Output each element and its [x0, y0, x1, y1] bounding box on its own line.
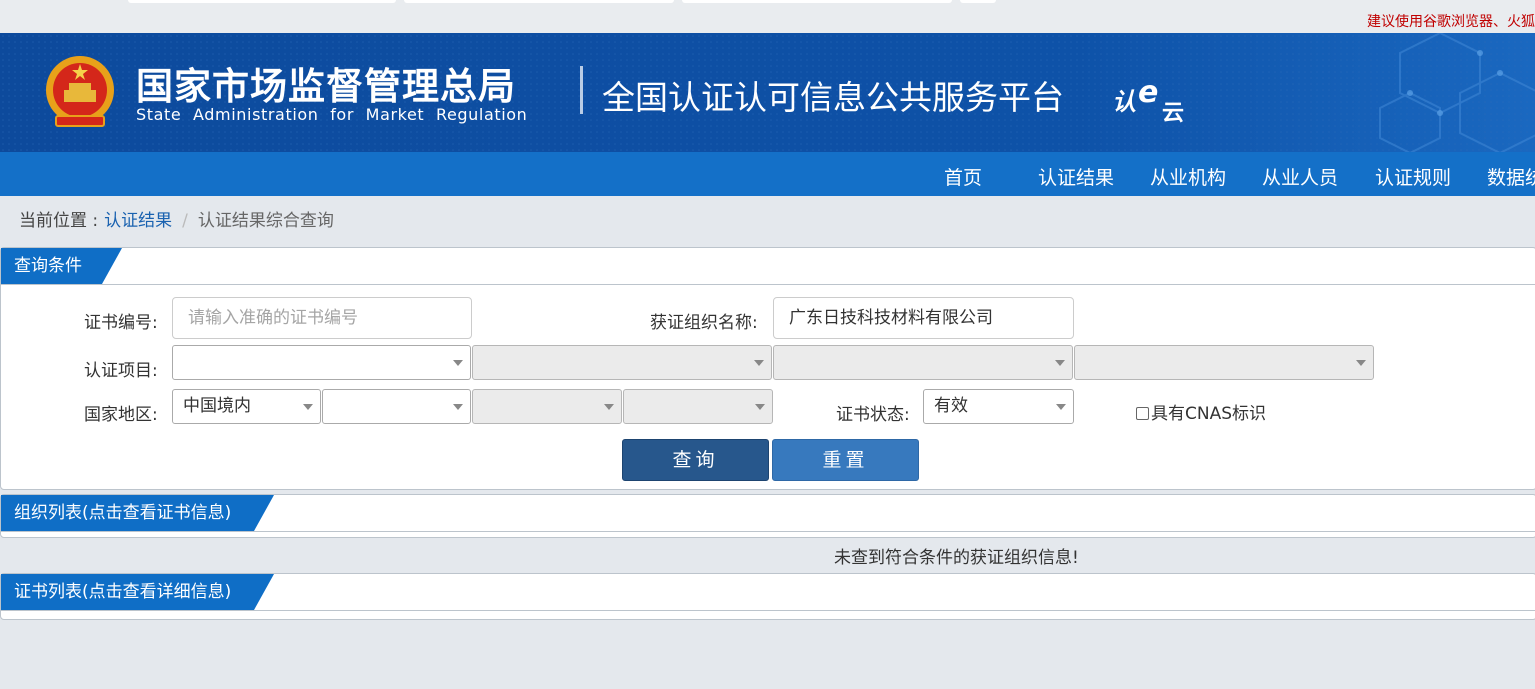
browser-tab[interactable] — [404, 0, 674, 3]
cert-list-panel-title: 证书列表(点击查看详细信息) — [1, 574, 274, 610]
chevron-down-icon — [604, 404, 614, 410]
cert-status-select-value: 有效 — [934, 396, 968, 416]
chevron-down-icon — [303, 404, 313, 410]
platform-title: 全国认证认可信息公共服务平台 — [602, 78, 1064, 117]
chevron-down-icon — [1055, 360, 1065, 366]
cert-project-select-4[interactable] — [1074, 345, 1374, 380]
cert-status-select[interactable]: 有效 — [923, 389, 1074, 424]
nav-item-personnel[interactable]: 从业人员 — [1262, 163, 1338, 190]
site-banner: 国家市场监督管理总局 State Administration for Mark… — [0, 33, 1535, 152]
org-list-panel-title: 组织列表(点击查看证书信息) — [1, 495, 274, 531]
region-select-value: 中国境内 — [183, 396, 251, 416]
browser-tab-strip — [0, 0, 1000, 4]
browser-tab[interactable] — [960, 0, 996, 3]
district-select[interactable] — [623, 389, 773, 424]
cert-project-label: 认证项目: — [84, 361, 158, 381]
org-name-label: 获证组织名称: — [650, 313, 758, 333]
reset-button[interactable]: 重置 — [772, 439, 919, 481]
org-list-panel-header: 组织列表(点击查看证书信息) — [1, 495, 1535, 532]
org-name-input[interactable]: 广东日技科技材料有限公司 — [773, 297, 1074, 339]
nav-item-institutions[interactable]: 从业机构 — [1150, 163, 1226, 190]
main-nav: 首页 认证结果 从业机构 从业人员 认证规则 数据统 — [0, 152, 1535, 196]
browser-recommend-notice: 建议使用谷歌浏览器、火狐 — [1367, 14, 1535, 30]
cloud-logo-icon: 认 e 云 — [1112, 80, 1184, 126]
chevron-down-icon — [1056, 404, 1066, 410]
svg-text:云: 云 — [1162, 101, 1184, 126]
org-list-empty-message: 未查到符合条件的获证组织信息! — [834, 548, 1079, 568]
region-select[interactable]: 中国境内 — [172, 389, 321, 424]
org-list-panel: 组织列表(点击查看证书信息) — [0, 494, 1535, 538]
nav-item-home[interactable]: 首页 — [944, 163, 982, 190]
cert-no-label: 证书编号: — [84, 313, 158, 333]
cert-status-label: 证书状态: — [836, 405, 910, 425]
logo-divider — [580, 66, 583, 114]
query-panel-header: 查询条件 — [1, 248, 1535, 285]
breadcrumb-link-cert-results[interactable]: 认证结果 — [104, 211, 172, 231]
nav-item-cert-rules[interactable]: 认证规则 — [1375, 163, 1451, 190]
breadcrumb: 当前位置 : 认证结果 / 认证结果综合查询 — [19, 206, 334, 231]
chevron-down-icon — [453, 404, 463, 410]
chevron-down-icon — [755, 404, 765, 410]
cert-project-select-3[interactable] — [773, 345, 1073, 380]
national-emblem-icon — [46, 56, 114, 127]
breadcrumb-current: 认证结果综合查询 — [197, 211, 334, 231]
browser-tab[interactable] — [128, 0, 396, 3]
nav-item-cert-results[interactable]: 认证结果 — [1038, 163, 1114, 190]
cnas-checkbox-wrapper[interactable]: 具有CNAS标识 — [1136, 399, 1266, 424]
browser-top-strip: 建议使用谷歌浏览器、火狐 — [0, 0, 1535, 33]
agency-name-cn: 国家市场监督管理总局 — [136, 65, 516, 108]
query-panel-title: 查询条件 — [1, 248, 122, 284]
chevron-down-icon — [754, 360, 764, 366]
svg-text:e: e — [1138, 80, 1158, 110]
cert-list-panel-header: 证书列表(点击查看详细信息) — [1, 574, 1535, 611]
cert-project-select-1[interactable] — [172, 345, 471, 380]
query-panel: 查询条件 证书编号: 请输入准确的证书编号 获证组织名称: 广东日技科技材料有限… — [0, 247, 1535, 490]
cert-list-panel: 证书列表(点击查看详细信息) — [0, 573, 1535, 620]
svg-text:认: 认 — [1112, 87, 1136, 116]
cert-no-input[interactable]: 请输入准确的证书编号 — [172, 297, 472, 339]
query-button[interactable]: 查询 — [622, 439, 769, 481]
browser-tab[interactable] — [682, 0, 952, 3]
province-select[interactable] — [322, 389, 471, 424]
agency-name-en: State Administration for Market Regulati… — [136, 105, 528, 124]
cert-project-select-2[interactable] — [472, 345, 772, 380]
region-label: 国家地区: — [84, 405, 158, 425]
cnas-checkbox[interactable] — [1136, 407, 1149, 420]
breadcrumb-prefix: 当前位置 : — [19, 211, 99, 231]
cnas-checkbox-label: 具有CNAS标识 — [1151, 404, 1267, 424]
breadcrumb-separator: / — [182, 211, 188, 231]
nav-item-data-stats[interactable]: 数据统 — [1487, 163, 1535, 190]
chevron-down-icon — [1356, 360, 1366, 366]
city-select[interactable] — [472, 389, 622, 424]
chevron-down-icon — [453, 360, 463, 366]
